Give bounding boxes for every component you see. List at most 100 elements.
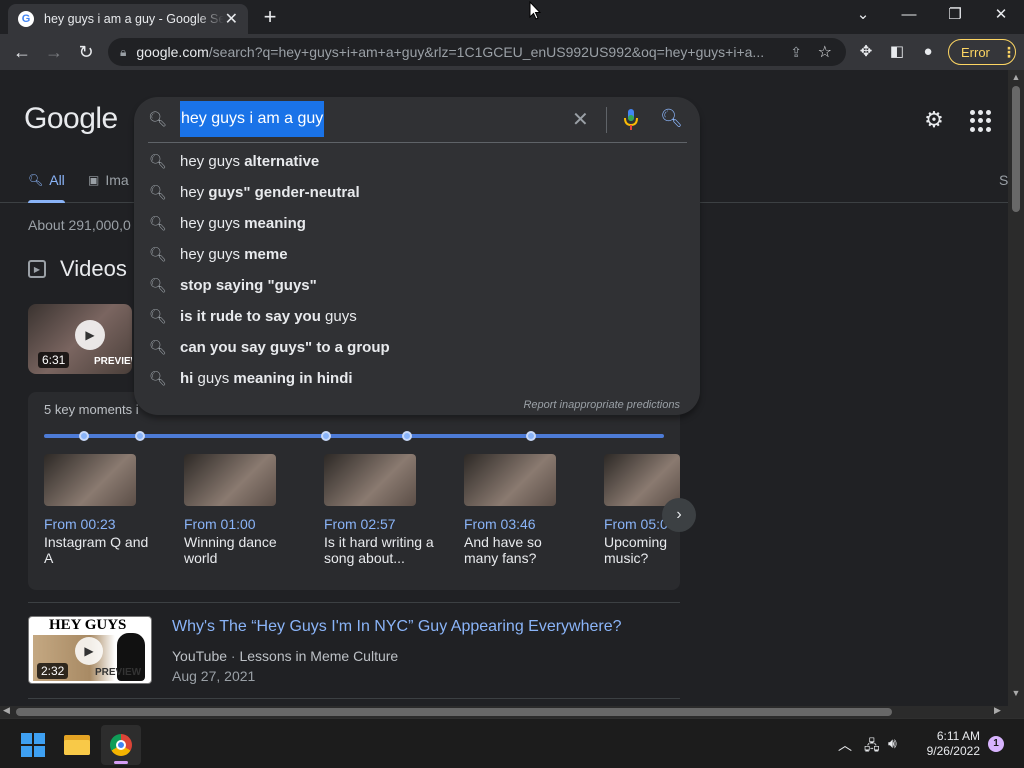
scrollbar-corner — [1008, 706, 1024, 718]
moment-thumbnail[interactable] — [604, 454, 680, 506]
search-icon: 🔍︎ — [28, 173, 44, 187]
gear-icon[interactable]: ⚙ — [922, 108, 946, 132]
google-logo[interactable]: Google — [24, 102, 118, 136]
play-icon[interactable]: ▶ — [75, 637, 103, 665]
chevron-right-icon[interactable]: › — [662, 498, 696, 532]
extensions-icon[interactable]: ✥ — [856, 42, 876, 62]
scroll-up-icon[interactable]: ▲ — [1008, 72, 1024, 82]
tab-close-icon[interactable]: ✕ — [225, 9, 238, 29]
suggestion-item[interactable]: 🔍︎ hey guys meaning — [134, 208, 700, 239]
suggestion-item[interactable]: 🔍︎ hey guys meme — [134, 239, 700, 270]
search-icon: 🔍︎ — [149, 277, 167, 293]
browser-toolbar: ← → ↻ 🔒︎ google.com/search?q=hey+guys+i+… — [0, 34, 1024, 70]
minimize-button[interactable]: — — [886, 4, 932, 28]
address-bar[interactable]: 🔒︎ google.com/search?q=hey+guys+i+am+a+g… — [108, 38, 846, 66]
moment-thumbnail[interactable] — [44, 454, 136, 506]
restore-button[interactable]: ❐ — [932, 4, 978, 28]
suggestion-item[interactable]: 🔍︎ hi guys meaning in hindi — [134, 363, 700, 394]
image-icon: ▣ — [88, 173, 100, 187]
suggestion-item[interactable]: 🔍︎ stop saying "guys" — [134, 270, 700, 301]
suggestion-item[interactable]: 🔍︎ hey guys" gender-neutral — [134, 177, 700, 208]
scrollbar-thumb[interactable] — [1012, 86, 1020, 212]
network-icon[interactable]: 🖧︎ — [864, 735, 880, 759]
mic-icon[interactable] — [624, 109, 638, 131]
moment-thumbnail[interactable] — [464, 454, 556, 506]
moment-marker[interactable] — [321, 431, 331, 441]
suggestion-item[interactable]: 🔍︎ can you say guys" to a group — [134, 332, 700, 363]
apps-icon[interactable] — [970, 110, 992, 132]
error-profile-button[interactable]: Error ⋮ — [948, 39, 1016, 65]
moment-marker[interactable] — [402, 431, 412, 441]
tab-images[interactable]: ▣ Ima — [88, 172, 129, 188]
video-thumbnail[interactable]: HEY GUYS ▶ 2:32 PREVIEW — [28, 616, 152, 684]
reload-icon[interactable]: ↻ — [74, 40, 98, 64]
search-submit-icon[interactable]: 🔍︎ — [660, 108, 683, 129]
suggestion-item[interactable]: 🔍︎ hey guys alternative — [134, 146, 700, 177]
windows-icon[interactable] — [21, 733, 45, 757]
back-icon[interactable]: ← — [10, 40, 34, 64]
profile-icon[interactable]: ● — [918, 42, 938, 62]
chevron-up-icon[interactable]: ︿ — [838, 735, 852, 755]
divider — [28, 602, 680, 603]
report-predictions-link[interactable]: Report inappropriate predictions — [523, 399, 680, 411]
video-duration: 6:31 — [38, 352, 70, 368]
scroll-down-icon[interactable]: ▼ — [1008, 688, 1024, 698]
clear-icon[interactable]: ✕ — [572, 107, 589, 132]
error-label: Error — [961, 44, 990, 60]
moment-caption: Is it hard writing a song about... — [324, 534, 434, 566]
key-moment-item[interactable]: From 01:00 Winning dance world — [184, 454, 304, 566]
lock-icon[interactable]: 🔒︎ — [120, 45, 126, 60]
url-text[interactable]: google.com/search?q=hey+guys+i+am+a+guy&… — [136, 44, 764, 60]
forward-icon[interactable]: → — [42, 40, 66, 64]
divider — [148, 142, 687, 143]
search-icon: 🔍︎ — [149, 215, 167, 231]
sidepanel-icon[interactable]: ◧ — [887, 42, 907, 62]
notification-badge[interactable]: 1 — [988, 736, 1004, 752]
moment-thumbnail[interactable] — [184, 454, 276, 506]
star-icon[interactable]: ☆ — [818, 42, 832, 62]
moment-thumbnail[interactable] — [324, 454, 416, 506]
suggestion-item[interactable]: 🔍︎ is it rude to say you guys — [134, 301, 700, 332]
moment-caption: Instagram Q and A — [44, 534, 149, 566]
tools-tab-peek[interactable]: S — [999, 172, 1008, 188]
key-moments-label: 5 key moments i — [44, 402, 139, 417]
chrome-icon[interactable] — [101, 725, 141, 765]
new-tab-button[interactable]: + — [258, 4, 282, 30]
video-thumbnail[interactable]: ▶ 6:31 PREVIEW — [28, 304, 132, 374]
share-icon[interactable]: ⇪ — [790, 44, 802, 61]
thumbnail-text: HEY GUYS — [49, 617, 127, 633]
tab-search-chevron-icon[interactable]: ⌄ — [840, 4, 886, 28]
close-window-button[interactable]: ✕ — [978, 4, 1024, 28]
search-icon: 🔍︎ — [149, 339, 167, 355]
system-clock[interactable]: 6:11 AM 9/26/2022 — [912, 729, 980, 759]
browser-tab[interactable]: G hey guys i am a guy - Google Search ✕ — [8, 4, 248, 34]
tab-all[interactable]: 🔍︎ All — [28, 172, 65, 203]
moment-marker[interactable] — [135, 431, 145, 441]
video-result-date: Aug 27, 2021 — [172, 668, 256, 684]
video-result-title[interactable]: Why's The “Hey Guys I'm In NYC” Guy Appe… — [172, 618, 622, 636]
moment-time: From 03:46 — [464, 516, 536, 532]
menu-dots-icon[interactable]: ⋮ — [1002, 44, 1016, 61]
key-moment-item[interactable]: From 03:46 And have so many fans? — [464, 454, 584, 566]
play-icon[interactable]: ▶ — [75, 320, 105, 350]
horizontal-scrollbar[interactable]: ◀ ▶ — [0, 705, 1008, 718]
key-moment-item[interactable]: From 02:57 Is it hard writing a song abo… — [324, 454, 444, 566]
title-bar: G hey guys i am a guy - Google Search ✕ … — [0, 0, 1024, 34]
preview-label: PREVIEW — [95, 667, 142, 678]
moment-marker[interactable] — [79, 431, 89, 441]
results-count: About 291,000,0 — [28, 217, 131, 233]
key-moments-timeline[interactable] — [44, 431, 664, 441]
windows-taskbar: ︿ 🖧︎ 🔊︎ 6:11 AM 9/26/2022 1 — [0, 718, 1024, 768]
volume-icon[interactable]: 🔊︎ — [888, 735, 897, 752]
scroll-left-icon[interactable]: ◀ — [3, 705, 10, 716]
search-input[interactable]: hey guys i am a guy — [180, 101, 325, 137]
key-moment-item[interactable]: From 00:23 Instagram Q and A — [44, 454, 164, 566]
vertical-scrollbar[interactable]: ▲ ▼ — [1008, 70, 1024, 706]
scroll-right-icon[interactable]: ▶ — [994, 705, 1001, 716]
moment-marker[interactable] — [526, 431, 536, 441]
file-explorer-icon[interactable] — [64, 733, 90, 755]
search-icon: 🔍︎ — [148, 111, 168, 128]
scrollbar-thumb[interactable] — [16, 708, 892, 716]
divider — [28, 698, 680, 699]
moment-caption: Upcoming music? — [604, 534, 668, 566]
